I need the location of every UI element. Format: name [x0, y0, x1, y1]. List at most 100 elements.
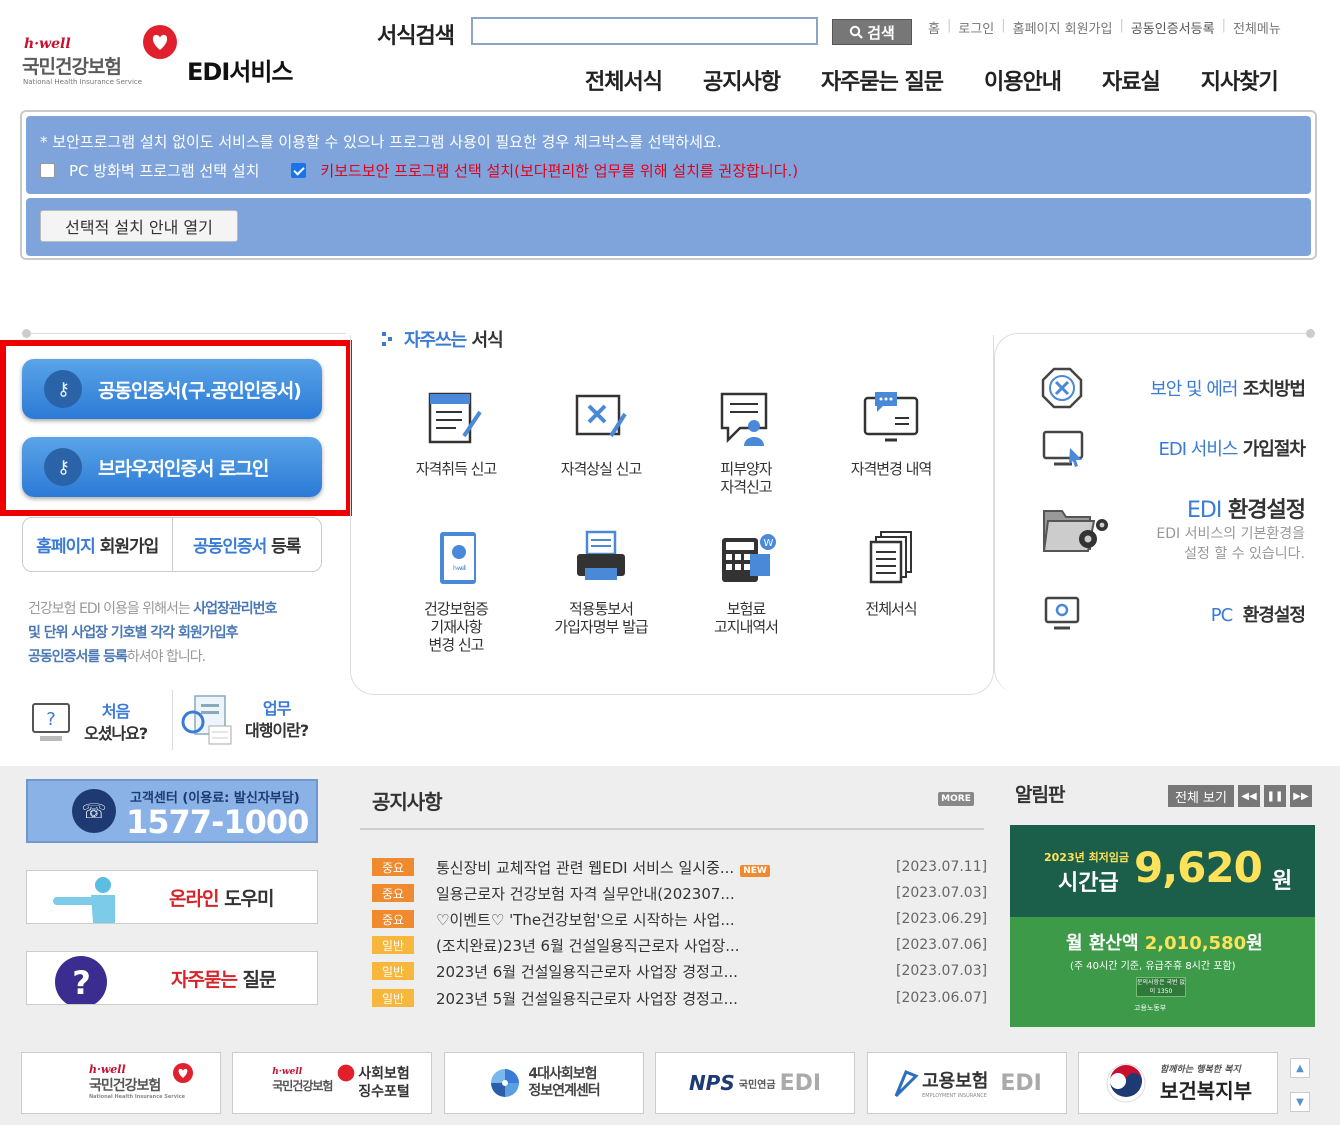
- mohw-slogan: 함께하는 행복한 복지: [1160, 1065, 1241, 1075]
- edi-env-text: EDI 환경설정 EDI 서비스의 기본환경을 설정 할 수 있습니다.: [1156, 492, 1306, 564]
- gnb-branch-finder[interactable]: 지사찾기: [1201, 64, 1279, 96]
- utility-nav: 홈 | 로그인 | 홈페이지 회원가입 | 공동인증서등록 | 전체메뉴: [928, 18, 1281, 37]
- logo-hwell: h·well: [24, 36, 71, 52]
- firewall-label[interactable]: PC 방화벽 프로그램 선택 설치: [69, 160, 259, 181]
- form-qualification-change-history[interactable]: 자격변경 내역: [821, 388, 961, 478]
- heart-logo-icon: [143, 25, 177, 59]
- form-qualification-loss[interactable]: 자격상실 신고: [531, 388, 671, 478]
- register-highlight: 공동인증서: [193, 537, 267, 557]
- notice-title-text: ♡이벤트♡ 'The건강보험'으로 시작하는 사업...: [436, 910, 735, 929]
- notice-title-text: 2023년 6월 건설일용직근로자 사업장 경정고...: [436, 962, 738, 981]
- cert-register-link[interactable]: 공동인증서 등록: [173, 518, 322, 571]
- security-error-guide-link[interactable]: 보안 및 에러 조치방법: [1040, 366, 1306, 410]
- form-subscriber-list-issue[interactable]: 적용통보서 가입자명부 발급: [531, 528, 671, 636]
- portal-text: 사회보험 징수포털: [358, 1065, 410, 1101]
- notice-row[interactable]: 중요 통신장비 교체작업 관련 웹EDI 서비스 일시중... NEW [2023…: [372, 856, 987, 878]
- form-all-forms[interactable]: 전체서식: [821, 528, 961, 618]
- mohw-text: 함께하는 행복한 복지 보건복지부: [1160, 1062, 1252, 1104]
- util-signup[interactable]: 홈페이지 회원가입: [1013, 18, 1113, 37]
- gnb-guide[interactable]: 이용안내: [984, 64, 1062, 96]
- notice-badge: 중요: [372, 910, 414, 928]
- banner-won: 원: [1272, 869, 1293, 894]
- pc-environment-settings-link[interactable]: PC 환경설정: [1040, 594, 1306, 634]
- form-qualification-acquire[interactable]: 자격취득 신고: [386, 388, 526, 478]
- notice-badge: 중요: [372, 884, 414, 902]
- firewall-checkbox[interactable]: [40, 163, 55, 178]
- mohw-banner[interactable]: 함께하는 행복한 복지 보건복지부: [1078, 1052, 1278, 1114]
- notice-row[interactable]: 일반 2023년 6월 건설일용직근로자 사업장 경정고... [2023.07…: [372, 960, 987, 982]
- search-button[interactable]: 검색: [832, 19, 912, 45]
- desc-part2: 및 단위 사업장 기호별 각각 회원가입후: [28, 625, 238, 641]
- service-title: EDI서비스: [187, 58, 293, 86]
- portal-text-line2: 징수포털: [358, 1084, 410, 1100]
- employment-insurance-edi-banner[interactable]: 고용보험 EMPLOYMENT INSURANCE EDI: [867, 1052, 1067, 1114]
- util-login[interactable]: 로그인: [958, 18, 994, 37]
- util-cert-register[interactable]: 공동인증서등록: [1131, 18, 1215, 37]
- online-helper-button[interactable]: 온라인 도우미: [26, 870, 318, 924]
- folder-gear-icon: [1042, 510, 1108, 552]
- customer-center-box: ☏ 고객센터 (이용료: 발신자부담) 1577-1000: [26, 779, 318, 843]
- collection-portal-banner[interactable]: h·well 국민건강보험 사회보험 징수포털: [232, 1052, 432, 1114]
- global-nav: 전체서식 공지사항 자주묻는 질문 이용안내 자료실 지사찾기: [585, 64, 1279, 96]
- notice-row[interactable]: 중요 일용근로자 건강보험 자격 실무안내(202307... [2023.07…: [372, 882, 987, 904]
- util-home[interactable]: 홈: [928, 18, 940, 37]
- gnb-all-forms[interactable]: 전체서식: [585, 64, 663, 96]
- banner-scroll-down-button[interactable]: ▼: [1290, 1092, 1310, 1112]
- first-time-link[interactable]: ? 처음 오셨나요?: [30, 695, 170, 750]
- notice-row[interactable]: 중요 ♡이벤트♡ 'The건강보험'으로 시작하는 사업... [2023.06…: [372, 908, 987, 930]
- search-input[interactable]: [471, 17, 818, 45]
- banner-monthly-won: 원: [1246, 933, 1263, 954]
- keyboard-security-label[interactable]: 키보드보안 프로그램 선택 설치(보다편리한 업무를 위해 설치를 권장합니다.…: [320, 160, 798, 181]
- logo-english: National Health Insurance Service: [23, 78, 143, 86]
- first-time-text: 처음 오셨나요?: [84, 701, 148, 745]
- notice-date: [2023.06.07]: [896, 990, 988, 1006]
- join-register-box: 홈페이지 회원가입 공동인증서 등록: [22, 517, 322, 572]
- board-next-button[interactable]: ▶▶: [1290, 785, 1312, 807]
- nhis-logo[interactable]: h·well 국민건강보험 National Health Insurance …: [22, 22, 192, 92]
- nhis-link-banner[interactable]: h·well 국민건강보험 National Health Insurance …: [21, 1052, 221, 1114]
- notice-row[interactable]: 일반 2023년 5월 건설일용직근로자 사업장 경정고... [2023.06…: [372, 987, 988, 1009]
- left-divider: [26, 333, 346, 334]
- notice-title-cell: 통신장비 교체작업 관련 웹EDI 서비스 일시중... NEW: [436, 857, 896, 878]
- pause-icon: ❚❚: [1266, 790, 1284, 802]
- forms-title-highlight: 자주쓰는: [404, 330, 467, 351]
- banner-year: 2023년 최저임금: [1044, 851, 1130, 864]
- bullet-icon: [382, 332, 392, 346]
- agency-line1: 업무: [262, 699, 291, 718]
- gnb-archive[interactable]: 자료실: [1102, 64, 1161, 96]
- monitor-settings-icon: [1044, 596, 1080, 630]
- form-card-change-report[interactable]: h-well 건강보험증 기재사항 변경 신고: [386, 528, 526, 654]
- agency-link[interactable]: 업무 대행이란?: [172, 690, 342, 750]
- form-dependent-report[interactable]: 피부양자 자격신고: [676, 388, 816, 496]
- security-error-text: 보안 및 에러 조치방법: [1150, 375, 1306, 401]
- minimum-wage-banner[interactable]: 2023년 최저임금 시간급 9,620 원 월 환산액 2,010,580원 …: [1010, 825, 1315, 1027]
- signup-rest: 회원가입: [99, 537, 160, 557]
- gnb-faq[interactable]: 자주묻는 질문: [821, 64, 944, 96]
- edi-join-rest: 가입절차: [1242, 439, 1306, 460]
- open-install-guide-button[interactable]: 선택적 설치 안내 열기: [40, 210, 238, 242]
- edi-join-procedure-link[interactable]: EDI 서비스 가입절차: [1040, 426, 1306, 470]
- notice-more-button[interactable]: MORE: [938, 792, 974, 806]
- phone-icon: ☏: [72, 789, 116, 833]
- board-pause-button[interactable]: ❚❚: [1264, 785, 1286, 807]
- notice-row[interactable]: 일반 (조치완료)23년 6월 건설일용직근로자 사업장... [2023.07…: [372, 934, 987, 956]
- board-view-all-button[interactable]: 전체 보기: [1168, 785, 1234, 807]
- faq-button[interactable]: ? 자주묻는 질문: [26, 951, 318, 1005]
- keyboard-security-checkbox[interactable]: [291, 163, 307, 178]
- portal-text-line1: 사회보험: [358, 1066, 410, 1082]
- banner-scroll-up-button[interactable]: ▲: [1290, 1058, 1310, 1078]
- banner-monthly-value: 2,010,580: [1144, 933, 1247, 954]
- social-insurance-info-banner[interactable]: 4대사회보험 정보연계센터: [444, 1052, 644, 1114]
- gnb-notices[interactable]: 공지사항: [703, 64, 781, 96]
- search-icon: [849, 25, 863, 39]
- new-badge: NEW: [740, 864, 770, 877]
- employ-text-sub: EMPLOYMENT INSURANCE: [922, 1093, 987, 1099]
- edi-environment-settings-link[interactable]: EDI 환경설정 EDI 서비스의 기본환경을 설정 할 수 있습니다.: [1040, 490, 1306, 566]
- util-all-menu[interactable]: 전체메뉴: [1233, 18, 1281, 37]
- nps-edi-banner[interactable]: NPS 국민연금 EDI: [655, 1052, 855, 1114]
- board-prev-button[interactable]: ◀◀: [1238, 785, 1260, 807]
- form-premium-notice[interactable]: W 보험료 고지내역서: [676, 528, 816, 636]
- online-helper-rest: 도우미: [224, 887, 274, 910]
- homepage-signup-link[interactable]: 홈페이지 회원가입: [23, 518, 173, 571]
- document-pen-icon: [428, 392, 482, 444]
